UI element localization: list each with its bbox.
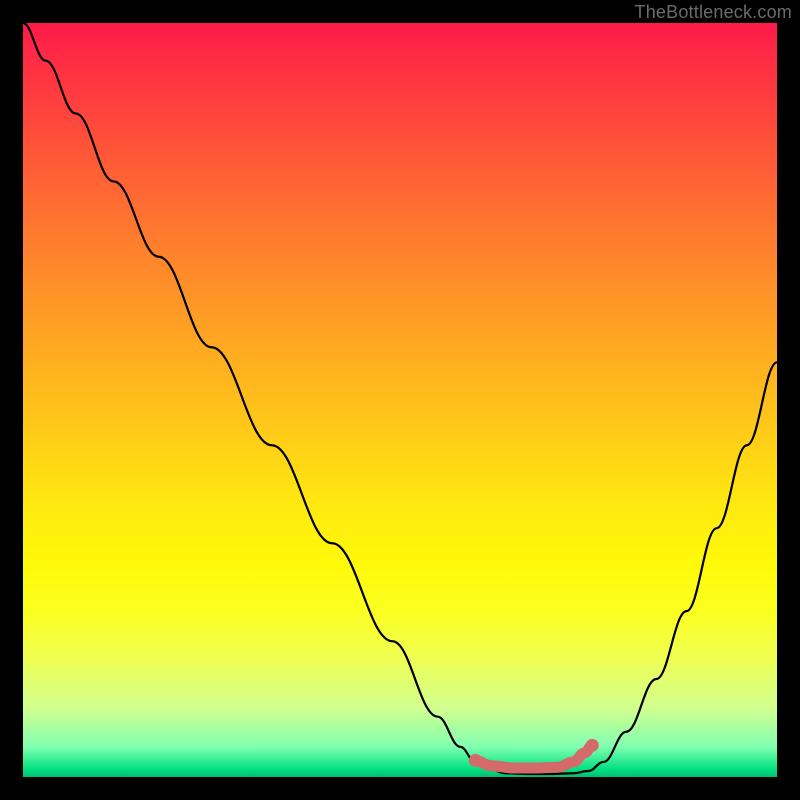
chart-container: TheBottleneck.com [0,0,800,800]
watermark-text: TheBottleneck.com [635,2,792,23]
gradient-background [23,23,777,777]
